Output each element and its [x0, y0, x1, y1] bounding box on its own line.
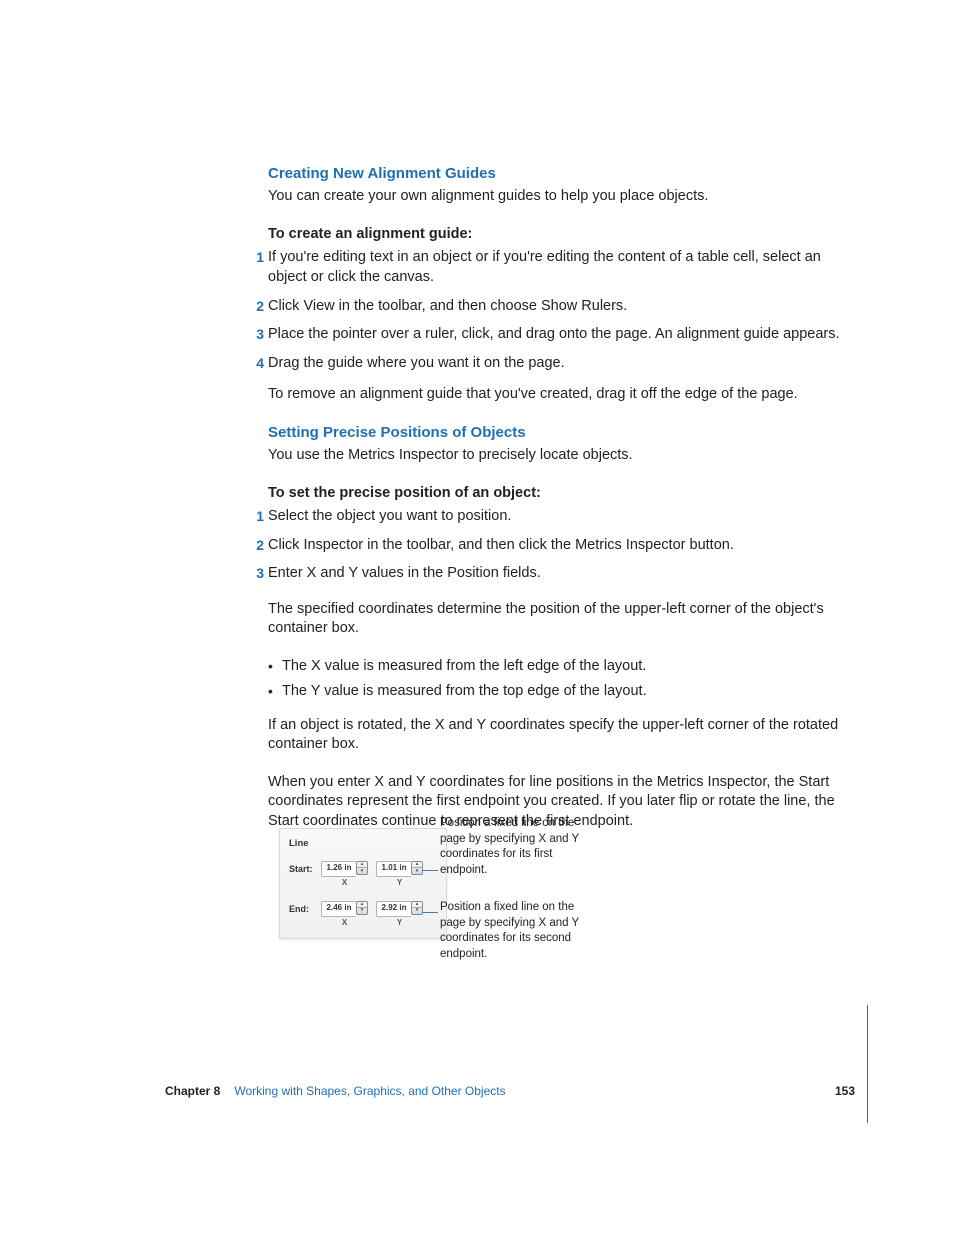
stepper[interactable]: ▴▾	[411, 861, 423, 875]
step-number: 1	[250, 507, 264, 526]
section2-para1: The specified coordinates determine the …	[268, 600, 843, 639]
bullet-text: The X value is measured from the left ed…	[282, 658, 646, 674]
start-x-value[interactable]: 1.26 in	[321, 861, 356, 877]
axis-label-x: X	[342, 878, 347, 889]
step-text: If you're editing text in an object or i…	[268, 249, 821, 285]
bullet-text: The Y value is measured from the top edg…	[282, 683, 647, 699]
section-heading-positions: Setting Precise Positions of Objects	[268, 423, 843, 443]
chevron-down-icon: ▾	[357, 868, 367, 874]
row-label-start: Start:	[289, 861, 313, 875]
list-item: The X value is measured from the left ed…	[268, 657, 843, 677]
figure-callout-first-endpoint: Position a fixed line on the page by spe…	[440, 816, 590, 878]
step-text: Click Inspector in the toolbar, and then…	[268, 537, 734, 553]
end-x-value[interactable]: 2.46 in	[321, 901, 356, 917]
field-end-y: 2.92 in ▴▾ Y	[376, 901, 423, 929]
page: Creating New Alignment Guides You can cr…	[0, 0, 954, 1235]
body-content: Creating New Alignment Guides You can cr…	[268, 164, 843, 849]
list-item: 1If you're editing text in an object or …	[268, 248, 843, 287]
footer-chapter-title: Working with Shapes, Graphics, and Other…	[234, 1083, 505, 1099]
section1-after: To remove an alignment guide that you've…	[268, 385, 843, 405]
field-start-x: 1.26 in ▴▾ X	[321, 861, 368, 889]
field-start-y: 1.01 in ▴▾ Y	[376, 861, 423, 889]
step-text: Enter X and Y values in the Position fie…	[268, 565, 541, 581]
step-number: 2	[250, 536, 264, 555]
section-heading-alignment: Creating New Alignment Guides	[268, 164, 843, 184]
list-item: 2Click View in the toolbar, and then cho…	[268, 297, 843, 317]
list-item: 4Drag the guide where you want it on the…	[268, 354, 843, 374]
chevron-down-icon: ▾	[412, 868, 422, 874]
section2-para2: If an object is rotated, the X and Y coo…	[268, 716, 843, 755]
start-y-value[interactable]: 1.01 in	[376, 861, 411, 877]
step-text: Place the pointer over a ruler, click, a…	[268, 326, 840, 342]
figure-callout-second-endpoint: Position a fixed line on the page by spe…	[440, 900, 590, 962]
axis-label-y: Y	[397, 878, 402, 889]
section2-intro: You use the Metrics Inspector to precise…	[268, 446, 843, 466]
step-text: Click View in the toolbar, and then choo…	[268, 298, 627, 314]
page-footer: Chapter 8 Working with Shapes, Graphics,…	[165, 1083, 855, 1099]
row-label-end: End:	[289, 901, 313, 915]
step-number: 1	[250, 248, 264, 267]
end-y-value[interactable]: 2.92 in	[376, 901, 411, 917]
list-item: The Y value is measured from the top edg…	[268, 682, 843, 702]
panel-row-end: End: 2.46 in ▴▾ X 2.92 in ▴▾ Y	[289, 901, 437, 929]
list-item: 1Select the object you want to position.	[268, 507, 843, 527]
section2-steps: 1Select the object you want to position.…	[268, 507, 843, 584]
footer-page-number: 153	[835, 1083, 855, 1099]
chevron-down-icon: ▾	[412, 908, 422, 914]
callout-leader-line	[422, 870, 438, 871]
metrics-line-panel: Line Start: 1.26 in ▴▾ X 1.01 in ▴▾ Y	[279, 828, 447, 939]
stepper[interactable]: ▴▾	[356, 901, 368, 915]
step-text: Drag the guide where you want it on the …	[268, 355, 565, 371]
callout-leader-line	[422, 912, 438, 913]
panel-row-start: Start: 1.26 in ▴▾ X 1.01 in ▴▾ Y	[289, 861, 437, 889]
chevron-down-icon: ▾	[357, 908, 367, 914]
step-text: Select the object you want to position.	[268, 508, 511, 524]
stepper[interactable]: ▴▾	[356, 861, 368, 875]
list-item: 2Click Inspector in the toolbar, and the…	[268, 536, 843, 556]
step-number: 3	[250, 325, 264, 344]
section2-lead: To set the precise position of an object…	[268, 484, 843, 504]
field-end-x: 2.46 in ▴▾ X	[321, 901, 368, 929]
step-number: 2	[250, 297, 264, 316]
section2-bullets: The X value is measured from the left ed…	[268, 657, 843, 701]
section1-steps: 1If you're editing text in an object or …	[268, 248, 843, 373]
axis-label-y: Y	[397, 918, 402, 929]
panel-title: Line	[289, 838, 437, 851]
step-number: 3	[250, 564, 264, 583]
footer-chapter: Chapter 8	[165, 1083, 220, 1099]
section1-intro: You can create your own alignment guides…	[268, 187, 843, 207]
step-number: 4	[250, 354, 264, 373]
list-item: 3Place the pointer over a ruler, click, …	[268, 325, 843, 345]
footer-rule	[867, 1005, 868, 1123]
section1-lead: To create an alignment guide:	[268, 225, 843, 245]
axis-label-x: X	[342, 918, 347, 929]
list-item: 3Enter X and Y values in the Position fi…	[268, 564, 843, 584]
